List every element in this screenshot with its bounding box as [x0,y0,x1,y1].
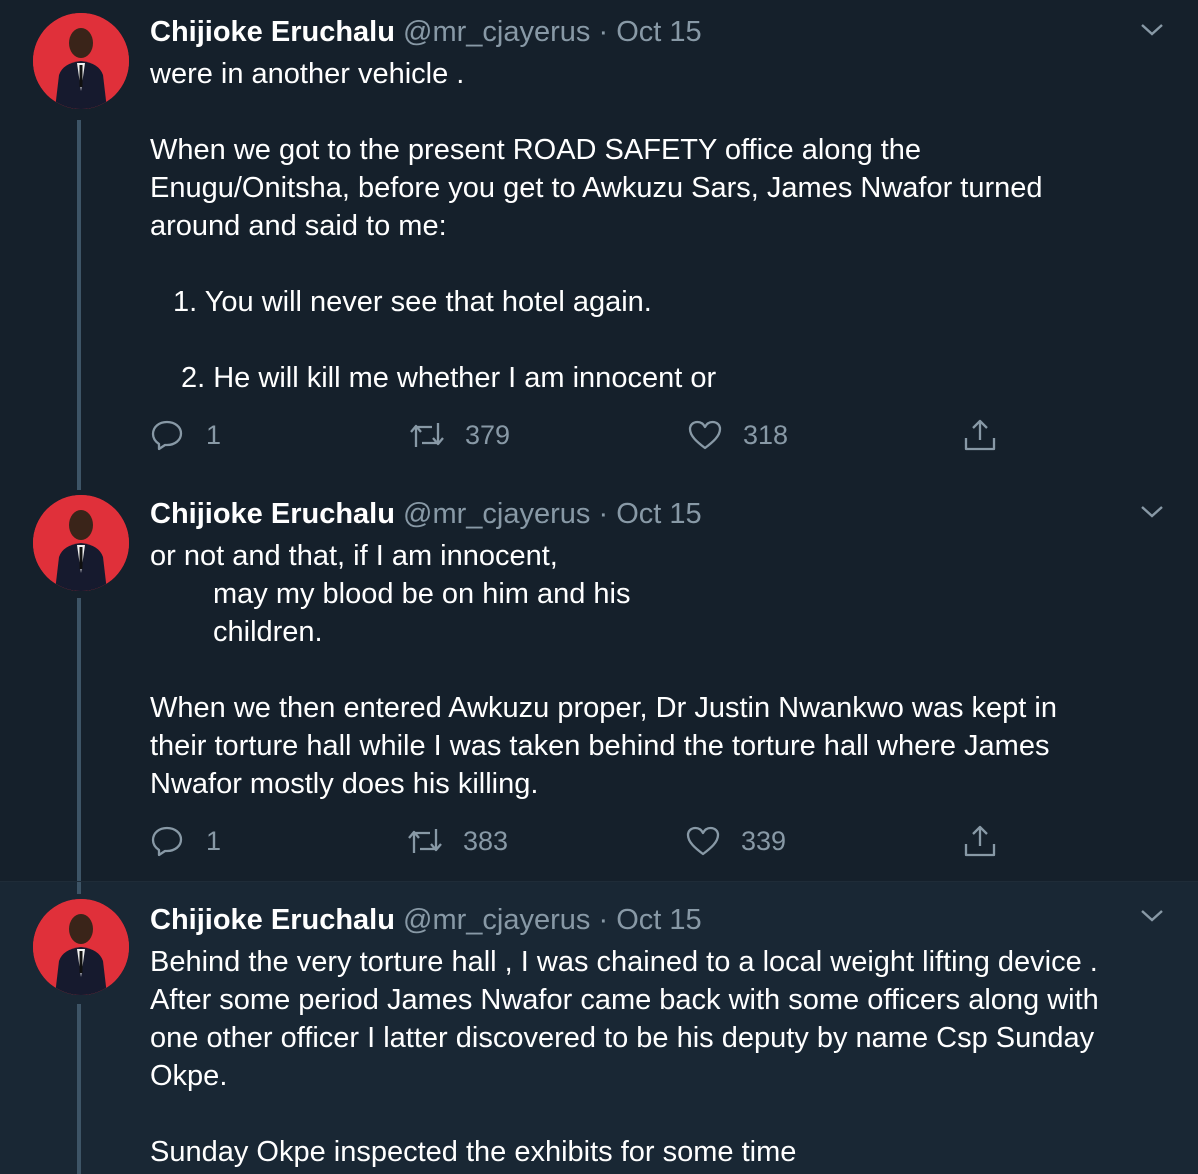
reply-count: 1 [206,825,222,856]
text-line: 2. He will kill me whether I am innocent… [181,362,717,394]
tweet-header: Chijioke Eruchalu @mr_cjayerus · Oct 15 [150,496,702,532]
text-line: one other officer I latter discovered to… [150,1022,1095,1054]
tweet-date[interactable]: Oct 15 [616,904,701,936]
thread-line [77,598,81,882]
text-line: When we got to the present ROAD SAFETY o… [150,134,922,166]
separator: · [598,498,609,530]
like-button[interactable]: 318 [687,415,788,455]
separator: · [598,904,609,936]
reply-icon [150,824,184,858]
text-line: Nwafor mostly does his killing. [150,768,539,800]
share-icon [962,823,998,859]
text-line: 1. You will never see that hotel again. [173,286,652,318]
reply-count: 1 [206,419,222,450]
tweet[interactable]: Chijioke Eruchalu @mr_cjayerus · Oct 15 … [0,882,1198,1174]
share-button[interactable] [962,415,998,455]
chevron-down-icon[interactable] [1136,904,1168,928]
share-icon [962,417,998,453]
avatar[interactable] [33,13,129,109]
author-name[interactable]: Chijioke Eruchalu [150,16,395,48]
text-line: Behind the very torture hall , I was cha… [150,946,1098,978]
tweet-actions: 1 383 339 [150,821,1050,861]
reply-button[interactable]: 1 [150,415,221,455]
retweet-icon [405,825,445,857]
separator: · [598,16,609,48]
text-line: Okpe. [150,1060,228,1092]
text-line: may my blood be on him and his [213,578,631,610]
tweet-date[interactable]: Oct 15 [616,16,701,48]
retweet-count: 379 [465,419,511,450]
retweet-count: 383 [463,825,509,856]
chevron-down-icon[interactable] [1136,18,1168,42]
avatar[interactable] [33,899,129,995]
reply-icon [150,418,184,452]
text-line: After some period James Nwafor came back… [150,984,1099,1016]
like-count: 318 [743,419,789,450]
retweet-button[interactable]: 383 [405,821,508,861]
like-count: 339 [741,825,787,856]
author-handle[interactable]: @mr_cjayerus [403,498,590,530]
text-line [150,321,1170,359]
thread-line [77,882,81,894]
author-handle[interactable]: @mr_cjayerus [403,16,590,48]
tweet-text: or not and that, if I am innocent, may m… [150,537,1170,803]
tweet-header: Chijioke Eruchalu @mr_cjayerus · Oct 15 [150,902,702,938]
heart-icon [687,419,723,451]
tweet-text: Behind the very torture hall , I was cha… [150,943,1170,1171]
author-name[interactable]: Chijioke Eruchalu [150,904,395,936]
tweet-actions: 1 379 318 [150,415,1050,455]
text-line: their torture hall while I was taken beh… [150,730,1050,762]
retweet-icon [407,419,447,451]
heart-icon [685,825,721,857]
text-line [150,93,1170,131]
author-handle[interactable]: @mr_cjayerus [403,904,590,936]
tweet[interactable]: Chijioke Eruchalu @mr_cjayerus · Oct 15 … [0,0,1198,478]
text-line [150,651,1170,689]
reply-button[interactable]: 1 [150,821,221,861]
author-name[interactable]: Chijioke Eruchalu [150,498,395,530]
text-line: Enugu/Onitsha, before you get to Awkuzu … [150,172,1043,204]
text-line: Sunday Okpe inspected the exhibits for s… [150,1136,797,1168]
share-button[interactable] [962,821,998,861]
text-line [150,1095,1170,1133]
avatar[interactable] [33,495,129,591]
thread-line [77,478,81,490]
retweet-button[interactable]: 379 [407,415,510,455]
text-line: children. [213,616,323,648]
text-line: or not and that, if I am innocent, [150,540,558,572]
thread-line [77,1004,81,1174]
text-line: were in another vehicle . [150,58,465,90]
tweet-header: Chijioke Eruchalu @mr_cjayerus · Oct 15 [150,14,702,50]
text-line: around and said to me: [150,210,447,242]
like-button[interactable]: 339 [685,821,786,861]
thread-line [77,120,81,478]
tweet-text: were in another vehicle . When we got to… [150,55,1170,397]
chevron-down-icon[interactable] [1136,500,1168,524]
text-line: When we then entered Awkuzu proper, Dr J… [150,692,1057,724]
tweet-date[interactable]: Oct 15 [616,498,701,530]
text-line [150,245,1170,283]
tweet[interactable]: Chijioke Eruchalu @mr_cjayerus · Oct 15 … [0,478,1198,882]
